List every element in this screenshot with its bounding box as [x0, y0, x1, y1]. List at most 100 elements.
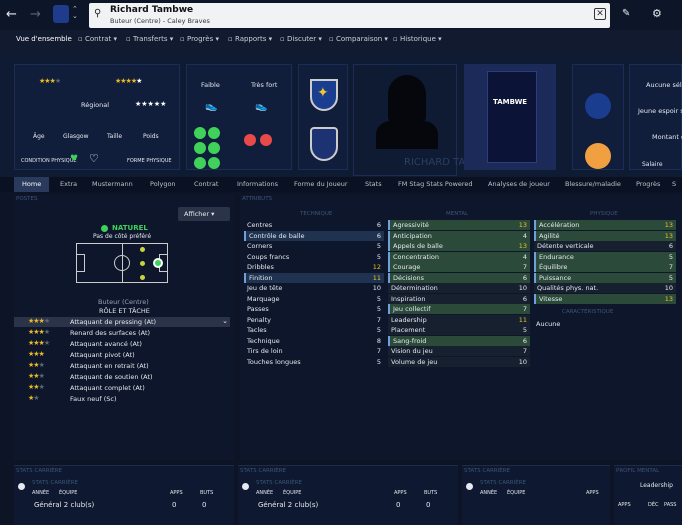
nav-item[interactable]: ▫ Historique ▾ [393, 35, 442, 43]
attribute-row[interactable]: Inspiration 6 [388, 293, 530, 304]
attribute-value: 7 [668, 263, 673, 271]
attribute-row[interactable]: Qualités phys. nat. 10 [534, 283, 676, 293]
attribute-name: Inspiration [391, 294, 426, 303]
attribute-row[interactable]: Jeu de tête 10 [244, 283, 384, 293]
show-dropdown[interactable]: Afficher ▾ [178, 207, 230, 221]
attribute-row[interactable]: Puissance 5 [534, 272, 676, 283]
nav-item[interactable]: ▫ Progrès ▾ [180, 35, 219, 43]
reputation: Régional [81, 101, 110, 109]
tab-analysis[interactable]: Analyses de joueur [488, 180, 550, 188]
attribute-row[interactable]: Placement 5 [388, 325, 530, 335]
attribute-name: Placement [391, 326, 426, 334]
attribute-row[interactable]: Décisions 6 [388, 272, 530, 283]
player-silhouette [388, 75, 426, 123]
attribute-value: 5 [376, 357, 381, 366]
attribute-row[interactable]: Accélération 13 [534, 220, 676, 230]
attribute-row[interactable]: Équilibre 7 [534, 262, 676, 272]
attribute-row[interactable]: Technique 8 [244, 336, 384, 346]
player-silhouette-body [376, 121, 438, 149]
role-row[interactable]: ★★★ Attaquant pivot (At) [14, 350, 230, 360]
tab-form[interactable]: Forme du Joueur [294, 180, 348, 188]
attribute-row[interactable]: Centres 6 [244, 220, 384, 230]
positions-header: POSTES [16, 196, 38, 202]
close-icon[interactable]: ✕ [594, 8, 606, 20]
trait-icon [244, 134, 256, 146]
tab-mustermann[interactable]: Mustermann [92, 180, 133, 188]
tab-home[interactable]: Home [14, 177, 49, 192]
attribute-value: 13 [518, 221, 527, 229]
role-row[interactable]: ★★★★ Attaquant avancé (At) [14, 339, 230, 349]
tab-progress[interactable]: Progrès [636, 180, 660, 188]
physique-title: PHYSIQUE [590, 211, 618, 217]
attribute-row[interactable]: Leadership 11 [388, 314, 530, 325]
nation-badge-icon [585, 93, 611, 119]
attribute-row[interactable]: Contrôle de balle 6 [244, 230, 384, 241]
role-row[interactable]: ★★★★ Renard des surfaces (At) [14, 328, 230, 338]
attribute-row[interactable]: Jeu collectif 7 [388, 304, 530, 314]
attribute-row[interactable]: Passes 5 [244, 304, 384, 314]
nav-item[interactable]: ▫ Rapports ▾ [228, 35, 272, 43]
search-bar[interactable]: ⚲ Richard Tambwe Buteur (Centre) - Caley… [89, 3, 610, 28]
nav-overview[interactable]: Vue d'ensemble [16, 35, 72, 43]
tab-polygon[interactable]: Polygon [150, 180, 176, 188]
attribute-row[interactable]: Corners 5 [244, 241, 384, 251]
tab-more[interactable]: S [672, 180, 676, 188]
attribute-row[interactable]: Penalty 7 [244, 315, 384, 325]
attribute-row[interactable]: Tacles 5 [244, 325, 384, 335]
attribute-row[interactable]: Agilité 13 [534, 230, 676, 241]
back-arrow-icon[interactable]: ← [6, 7, 17, 22]
forward-arrow-icon[interactable]: → [30, 7, 41, 22]
attribute-row[interactable]: Anticipation 4 [388, 230, 530, 241]
nav-item[interactable]: ▫ Comparaison ▾ [329, 35, 388, 43]
attribute-value: 13 [664, 294, 673, 303]
role-row[interactable]: ★★ Faux neuf (Sc) [14, 394, 230, 404]
edit-icon[interactable]: ✎ [622, 8, 630, 19]
role-row[interactable]: ★★★ Attaquant de soutien (At) [14, 372, 230, 382]
attribute-name: Jeu collectif [393, 305, 431, 313]
attribute-row[interactable]: Finition 11 [244, 272, 384, 283]
tab-contract[interactable]: Contrat [194, 180, 218, 188]
attribute-row[interactable]: Tirs de loin 7 [244, 346, 384, 356]
updown-icon[interactable]: ⌃ ⌄ [72, 6, 78, 20]
attributes-panel: ATTRIBUTS TECHNIQUE MENTAL PHYSIQUE Cent… [240, 195, 682, 460]
attribute-row[interactable]: Agressivité 13 [388, 220, 530, 230]
attribute-row[interactable]: Coups francs 5 [244, 252, 384, 262]
role-row[interactable]: ★★★ Attaquant en retrait (At) [14, 361, 230, 371]
attribute-row[interactable]: Marquage 5 [244, 294, 384, 304]
nav-item[interactable]: ▫ Discuter ▾ [280, 35, 322, 43]
tab-info[interactable]: Informations [237, 180, 278, 188]
attribute-value: 10 [518, 357, 527, 366]
attribute-row[interactable]: Courage 7 [388, 262, 530, 272]
tab-stats[interactable]: Stats [365, 180, 382, 188]
club-badge-icon[interactable] [53, 5, 69, 23]
attribute-value: 6 [376, 221, 381, 229]
attribute-name: Technique [247, 336, 280, 345]
attribute-value: 6 [522, 294, 527, 303]
attribute-row[interactable]: Vitesse 13 [534, 293, 676, 304]
attribute-row[interactable]: Dribbles 12 [244, 262, 384, 272]
tab-extra[interactable]: Extra [60, 180, 77, 188]
attribute-row[interactable]: Détente verticale 6 [534, 241, 676, 251]
settings-icon[interactable]: ⚙ [652, 7, 662, 20]
tab-fm-stag[interactable]: FM Stag Stats Powered [398, 180, 473, 188]
tab-bar: Home Extra Mustermann Polygon Contrat In… [0, 177, 682, 192]
attribute-row[interactable]: Concentration 4 [388, 251, 530, 262]
heartbeat-icon: ♡ [89, 152, 99, 165]
attribute-value: 13 [664, 221, 673, 229]
attribute-row[interactable]: Volume de jeu 10 [388, 356, 530, 367]
attribute-row[interactable]: Touches longues 5 [244, 357, 384, 367]
attribute-name: Agressivité [393, 221, 429, 229]
role-row[interactable]: ★★★★ Attaquant de pressing (At) ⌄ [14, 317, 230, 327]
attribute-value: 6 [522, 336, 527, 345]
nav-item[interactable]: ▫ Contrat ▾ [78, 35, 117, 43]
role-row[interactable]: ★★★ Attaquant complet (At) [14, 383, 230, 393]
badges-tile: ✦ [298, 64, 348, 170]
nav-item[interactable]: ▫ Transferts ▾ [126, 35, 173, 43]
attribute-row[interactable]: Endurance 5 [534, 251, 676, 262]
attribute-row[interactable]: Vision du jeu 7 [388, 346, 530, 356]
attribute-row[interactable]: Sang-froid 6 [388, 335, 530, 346]
attribute-row[interactable]: Appels de balle 13 [388, 241, 530, 251]
attribute-value: 10 [664, 284, 673, 292]
tab-injury[interactable]: Blessure/maladie [565, 180, 621, 188]
attribute-row[interactable]: Détermination 10 [388, 283, 530, 293]
